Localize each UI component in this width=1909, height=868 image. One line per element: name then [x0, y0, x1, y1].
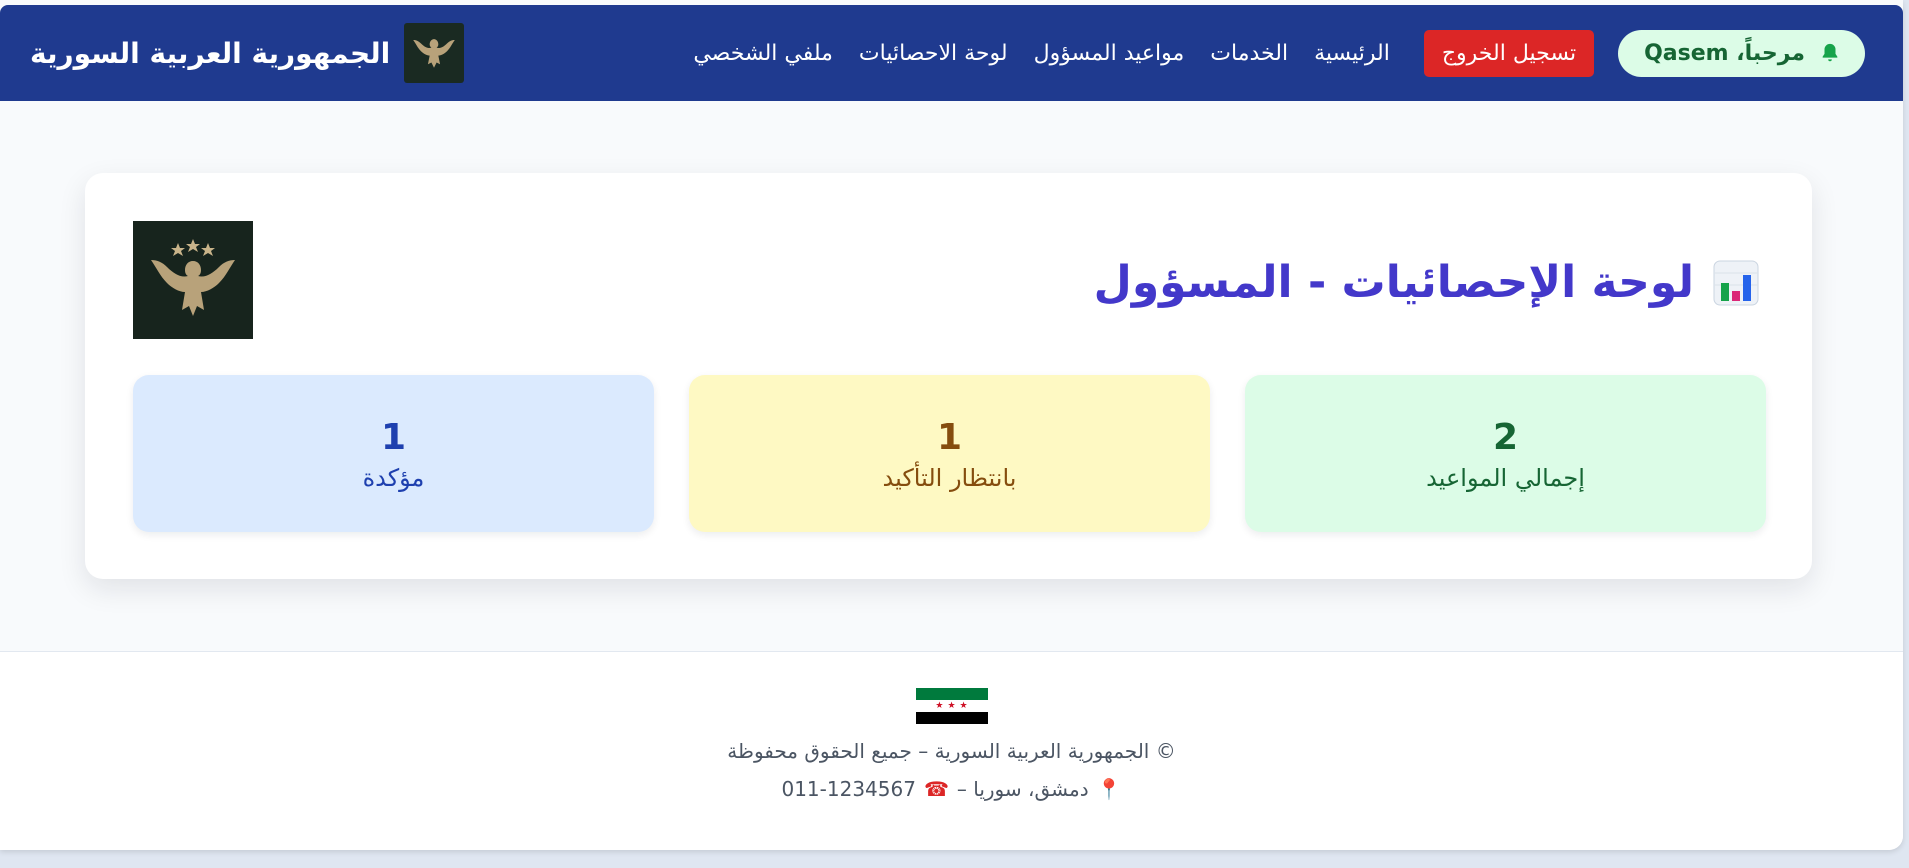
footer-phone: 011-1234567 — [781, 777, 916, 801]
stats-row: 2 إجمالي المواعيد 1 بانتظار التأكيد 1 مؤ… — [133, 375, 1766, 532]
footer-contact: 📍 دمشق، سوريا – ☎ 011-1234567 — [781, 777, 1121, 801]
bar-chart-icon — [1713, 260, 1759, 305]
pin-icon: 📍 — [1096, 777, 1122, 801]
logout-button[interactable]: تسجيل الخروج — [1423, 29, 1595, 77]
stat-label: مؤكدة — [362, 463, 425, 492]
footer-copyright: © الجمهورية العربية السورية – جميع الحقو… — [727, 739, 1176, 763]
welcome-text: مرحباً، Qasem — [1644, 40, 1805, 66]
nav-link-profile[interactable]: ملفي الشخصي — [693, 41, 833, 66]
stat-pending-confirmation: 1 بانتظار التأكيد — [689, 375, 1210, 532]
stat-confirmed: 1 مؤكدة — [133, 375, 654, 532]
stat-label: بانتظار التأكيد — [882, 463, 1017, 492]
brand[interactable]: الجمهورية العربية السورية — [30, 23, 465, 83]
nav-links: الرئيسية الخدمات مواعيد المسؤول لوحة الا… — [693, 41, 1390, 66]
stat-label: إجمالي المواعيد — [1426, 463, 1585, 492]
page-title-text: لوحة الإحصائيات - المسؤول — [1093, 257, 1694, 308]
nav-link-admin-appointments[interactable]: مواعيد المسؤول — [1034, 41, 1185, 66]
stat-value: 1 — [380, 416, 407, 458]
stat-value: 2 — [1492, 416, 1519, 458]
stat-total-appointments: 2 إجمالي المواعيد — [1245, 375, 1766, 532]
brand-title: الجمهورية العربية السورية — [30, 36, 391, 70]
stat-value: 1 — [936, 416, 963, 458]
telephone-icon: ☎ — [923, 777, 949, 801]
eagle-emblem-icon — [133, 221, 253, 339]
eagle-emblem-icon — [404, 23, 465, 83]
footer-address: دمشق، سوريا – — [956, 777, 1089, 801]
top-navbar: مرحباً، Qasem تسجيل الخروج الرئيسية الخد… — [0, 5, 1903, 101]
page-title: لوحة الإحصائيات - المسؤول — [1094, 257, 1760, 308]
stats-card: لوحة الإحصائيات - المسؤول 2 إجمالي الموا… — [85, 173, 1812, 579]
nav-link-statistics[interactable]: لوحة الاحصائيات — [859, 41, 1008, 66]
browser-viewport: مرحباً، Qasem تسجيل الخروج الرئيسية الخد… — [0, 0, 1903, 850]
bell-icon — [1822, 43, 1838, 62]
nav-link-home[interactable]: الرئيسية — [1314, 41, 1390, 66]
page-footer: ★ ★ ★ © الجمهورية العربية السورية – جميع ا… — [0, 651, 1903, 850]
welcome-badge[interactable]: مرحباً، Qasem — [1618, 29, 1865, 77]
syrian-flag-icon: ★ ★ ★ — [915, 688, 988, 724]
nav-link-services[interactable]: الخدمات — [1210, 41, 1288, 66]
